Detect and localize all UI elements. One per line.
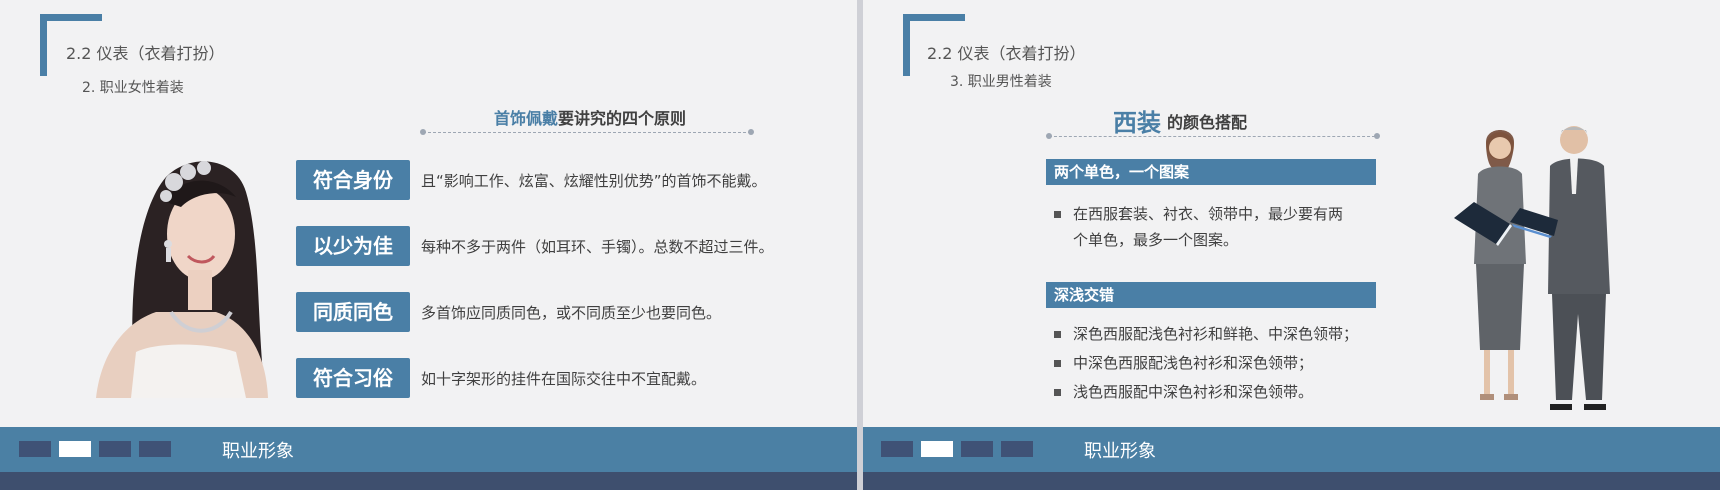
section-title: 2.2 仪表（衣着打扮） (66, 44, 225, 63)
block1-line-2: 个单色，最多一个图案。 (1073, 231, 1239, 249)
rule-label-4: 符合习俗 (296, 358, 410, 398)
bullet-icon (1054, 331, 1061, 338)
business-people-image (1454, 126, 1610, 410)
footer-square-active (59, 441, 91, 457)
rule-text-2: 每种不多于两件（如耳环、手镯）。总数不超过三件。 (421, 238, 774, 256)
woman-portrait-image (96, 161, 268, 398)
block2-item-1: 深色西服配浅色衬衫和鲜艳、中深色领带； (1073, 325, 1359, 343)
footer-text: 职业形象 (222, 441, 294, 462)
footer-bottom-strip (863, 472, 1720, 490)
section-subtitle: 3. 职业男性着装 (950, 74, 1052, 90)
section-title: 2.2 仪表（衣着打扮） (927, 44, 1086, 63)
bullet-icon (1054, 360, 1061, 367)
block2-item-2: 中深色西服配浅色衬衫和深色领带； (1073, 354, 1314, 372)
block-title-solid-colors: 两个单色，一个图案 (1046, 159, 1376, 185)
footer-bottom-strip (0, 472, 857, 490)
footer-square-active (921, 441, 953, 457)
jewelry-heading-rest: 要讲究的四个原则 (558, 109, 687, 128)
suit-heading: 西装 的颜色搭配 (1040, 103, 1320, 138)
rule-label-1: 符合身份 (296, 160, 410, 200)
footer-square (19, 441, 51, 457)
bullet-icon (1054, 389, 1061, 396)
footer-square (99, 441, 131, 457)
section-subtitle: 2. 职业女性着装 (82, 80, 184, 96)
footer-square (139, 441, 171, 457)
heading-line-dot (748, 129, 754, 135)
footer-square (1001, 441, 1033, 457)
block-title-contrast: 深浅交错 (1046, 282, 1376, 308)
jewelry-heading: 首饰佩戴要讲究的四个原则 (420, 105, 760, 129)
rule-text-3: 多首饰应同质同色，或不同质至少也要同色。 (421, 304, 722, 322)
rule-text-1: 且“影响工作、炫富、炫耀性别优势”的首饰不能戴。 (421, 172, 767, 190)
heading-dotted-line (423, 132, 751, 133)
heading-line-dot (1374, 133, 1380, 139)
block1-line-1: 在西服套装、衬衣、领带中，最少要有两 (1073, 205, 1344, 223)
jewelry-heading-accent: 首饰佩戴 (493, 109, 558, 128)
footer-text: 职业形象 (1084, 441, 1156, 462)
block2-item-3: 浅色西服配中深色衬衫和深色领带。 (1073, 383, 1314, 401)
footer-square (961, 441, 993, 457)
heading-line-dot (420, 129, 426, 135)
footer-square (881, 441, 913, 457)
rule-label-3: 同质同色 (296, 292, 410, 332)
heading-line-dot (1046, 133, 1052, 139)
rule-label-2: 以少为佳 (296, 226, 410, 266)
suit-heading-small: 的颜色搭配 (1166, 112, 1247, 132)
heading-dotted-line (1049, 136, 1375, 137)
bullet-icon (1054, 211, 1061, 218)
suit-heading-big: 西装 (1112, 109, 1161, 137)
rule-text-4: 如十字架形的挂件在国际交往中不宜配戴。 (421, 370, 707, 388)
